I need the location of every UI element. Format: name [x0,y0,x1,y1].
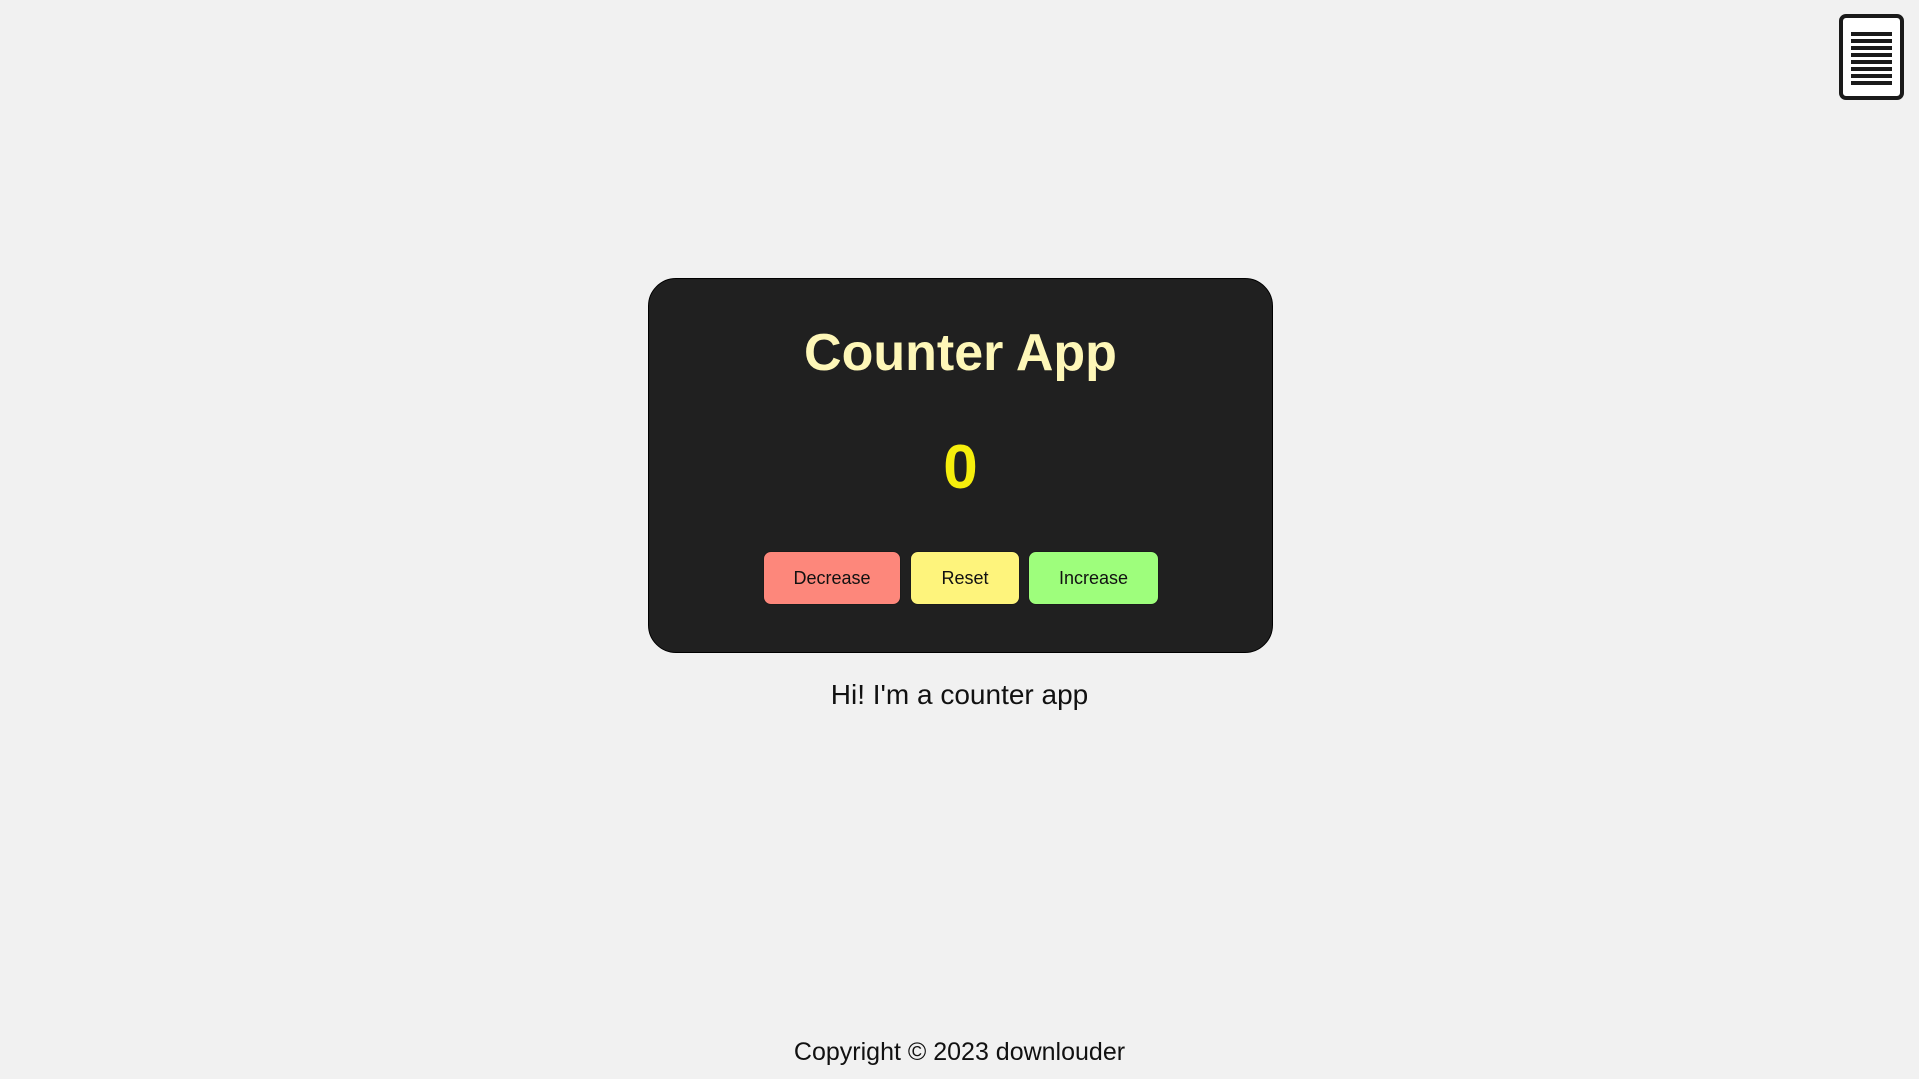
tagline: Hi! I'm a counter app [830,679,1089,710]
counter-card: Counter App 0 Decrease Reset Increase [648,278,1273,653]
reset-button[interactable]: Reset [910,551,1020,605]
page: Counter App 0 Decrease Reset Increase Hi… [0,0,1919,1079]
increase-button[interactable]: Increase [1028,551,1159,605]
footer-copyright: Copyright © 2023 downlouder [793,1038,1126,1066]
counter-title: Counter App [804,324,1117,382]
counter-value: 0 [943,433,978,502]
document-menu-button[interactable] [1839,14,1904,100]
document-lines-icon [1849,27,1894,87]
decrease-button[interactable]: Decrease [763,551,901,605]
